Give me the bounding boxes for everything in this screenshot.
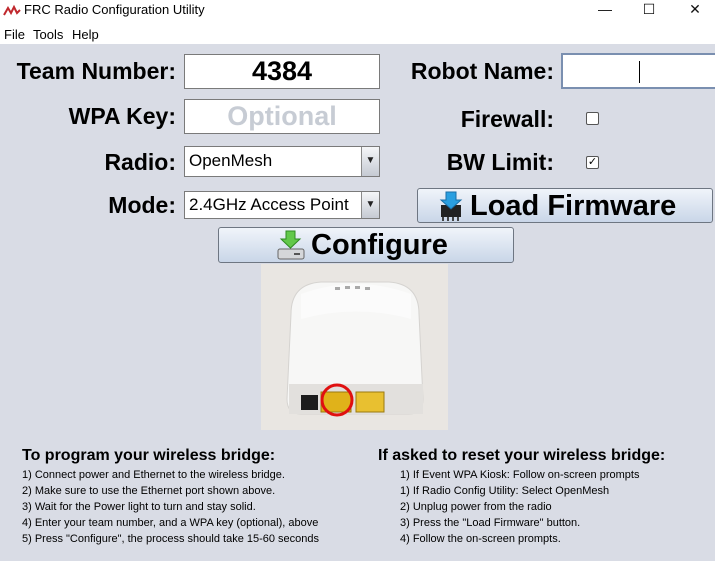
robot-name-label: Robot Name: bbox=[410, 58, 554, 84]
bw-limit-checkbox[interactable]: ✓ bbox=[586, 156, 599, 169]
reset-step: 2) Unplug power from the radio bbox=[400, 501, 552, 513]
robot-name-field[interactable] bbox=[561, 53, 715, 89]
program-step: 1) Connect power and Ethernet to the wir… bbox=[22, 469, 285, 481]
firewall-label: Firewall: bbox=[460, 106, 554, 132]
configure-label: Configure bbox=[311, 229, 448, 261]
menu-help[interactable]: Help bbox=[72, 27, 99, 42]
app-logo-icon bbox=[3, 4, 21, 16]
wpa-key-label: WPA Key: bbox=[68, 103, 176, 129]
window-title: FRC Radio Configuration Utility bbox=[24, 2, 205, 17]
chip-download-icon bbox=[439, 191, 463, 221]
menu-bar: File Tools Help bbox=[0, 26, 715, 44]
radio-photo bbox=[261, 264, 448, 430]
radio-select-value: OpenMesh bbox=[189, 151, 273, 170]
title-bar: FRC Radio Configuration Utility — ☐ ✕ bbox=[0, 0, 715, 26]
mode-select[interactable]: 2.4GHz Access Point ▼ bbox=[184, 191, 380, 219]
text-caret bbox=[639, 61, 640, 83]
radio-label: Radio: bbox=[104, 149, 176, 175]
reset-step: 1) If Event WPA Kiosk: Follow on-screen … bbox=[400, 469, 640, 481]
firewall-checkbox[interactable] bbox=[586, 112, 599, 125]
radio-select[interactable]: OpenMesh ▼ bbox=[184, 146, 380, 177]
maximize-button[interactable]: ☐ bbox=[626, 0, 672, 20]
reset-heading: If asked to reset your wireless bridge: bbox=[378, 447, 666, 464]
menu-tools[interactable]: Tools bbox=[33, 27, 63, 42]
mode-label: Mode: bbox=[108, 192, 176, 218]
bw-limit-label: BW Limit: bbox=[446, 149, 554, 175]
mode-select-value: 2.4GHz Access Point bbox=[189, 195, 349, 214]
minimize-button[interactable]: — bbox=[582, 0, 628, 20]
reset-step: 4) Follow the on-screen prompts. bbox=[400, 533, 561, 545]
drive-download-icon bbox=[277, 230, 305, 260]
program-heading: To program your wireless bridge: bbox=[22, 447, 276, 464]
dropdown-arrow-icon[interactable]: ▼ bbox=[361, 147, 379, 176]
menu-file[interactable]: File bbox=[4, 27, 25, 42]
configure-button[interactable]: Configure bbox=[218, 227, 514, 263]
openmesh-radio-image bbox=[261, 264, 448, 430]
program-step: 5) Press "Configure", the process should… bbox=[22, 533, 320, 545]
program-step: 2) Make sure to use the Ethernet port sh… bbox=[22, 485, 276, 497]
dropdown-arrow-icon[interactable]: ▼ bbox=[361, 192, 379, 218]
reset-step: 3) Press the "Load Firmware" button. bbox=[400, 517, 581, 529]
program-step: 3) Wait for the Power light to turn and … bbox=[22, 501, 256, 513]
wpa-key-field[interactable]: Optional bbox=[184, 99, 380, 134]
team-number-label: Team Number: bbox=[16, 58, 176, 84]
close-button[interactable]: ✕ bbox=[672, 0, 715, 20]
reset-step: 1) If Radio Config Utility: Select OpenM… bbox=[400, 485, 610, 497]
team-number-field[interactable]: 4384 bbox=[184, 54, 380, 89]
program-step: 4) Enter your team number, and a WPA key… bbox=[22, 517, 319, 529]
load-firmware-button[interactable]: Load Firmware bbox=[417, 188, 713, 223]
load-firmware-label: Load Firmware bbox=[470, 190, 677, 222]
